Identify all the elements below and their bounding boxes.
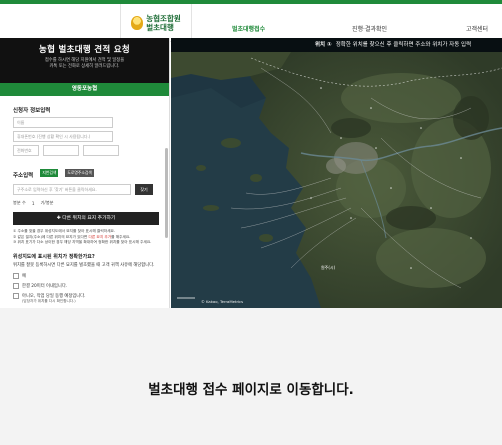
address-section-title: 주소입력 — [13, 173, 34, 179]
option-yes[interactable]: 예 — [13, 272, 159, 279]
add-location-button[interactable]: ✚ 다른 위치의 묘지 추가하기 — [13, 212, 159, 225]
option-note: (담당자가 위치를 다시 확인합니다.) — [22, 298, 76, 303]
nav-item-progress[interactable]: 진행·결과확인 — [352, 24, 387, 33]
grave-count-value[interactable]: 1 — [32, 201, 35, 206]
tel-input-2[interactable] — [43, 145, 79, 156]
panel-description-2: 카톡 또는 전화로 상세히 알려드립니다. — [49, 64, 120, 69]
checkbox-yes[interactable] — [13, 272, 19, 279]
map-attribution: © Kakao, TerraMetrics — [201, 299, 244, 304]
address-section-header: 주소입력 지번검색 도로명주소검색 — [13, 162, 159, 181]
jibun-search-tag[interactable]: 지번검색 — [40, 168, 59, 177]
logo-line-2: 벌초대행 — [146, 22, 174, 32]
panel-header: 농협 벌초대행 견적 요청 접수를 하시면 해당 지원에서 견적 및 일정을 카… — [0, 38, 169, 83]
option-yes-label: 예 — [22, 273, 26, 279]
instruction-prefix: 위치 ① — [315, 42, 332, 48]
logo-line-1: 농협조합원 — [146, 13, 181, 23]
top-navigation: 농협조합원 벌초대행 벌초대행접수 진행·결과확인 고객센터 — [0, 4, 502, 42]
option-no-label: 아니오, 작업 당일 동행 예정입니다. — [22, 293, 86, 299]
request-panel: 농협 벌초대행 견적 요청 접수를 하시면 해당 지원에서 견적 및 일정을 카… — [0, 38, 170, 308]
grave-count-label: 봉분 수 — [13, 200, 26, 205]
option-near-label: 한결 20미터 이내입니다. — [22, 283, 68, 289]
redirect-message: 벌초대행 접수 페이지로 이동합니다. — [148, 382, 354, 398]
alert-overlay — [0, 308, 502, 445]
checkbox-no[interactable] — [13, 292, 19, 299]
grave-unit-label: 기/봉분 — [40, 200, 54, 205]
notes: ① 주소를 찾을 경우 위성지도에서 묘지를 찾아 표시해 클릭하세요. ② 같… — [13, 229, 159, 246]
note-3: ③ 위치 표기가 다소 상이한 경우 해당 지역을 확대하여 정확한 위치를 찾… — [13, 240, 152, 244]
accuracy-question-desc: 위치를 잘못 등록하시면 다른 묘지를 벌초했을 때 고객 귀책 사유에 해당합… — [13, 262, 155, 268]
logo-emblem-icon — [131, 15, 144, 30]
map-label-wonju: 원주(시) — [321, 265, 336, 270]
nav-item-apply[interactable]: 벌초대행접수 — [232, 24, 265, 33]
nav-item-support[interactable]: 고객센터 — [466, 24, 488, 33]
satellite-imagery — [171, 38, 502, 308]
branch-name: 영동포농협 — [0, 83, 169, 96]
road-address-tag[interactable]: 도로명주소검색 — [65, 168, 94, 177]
address-search-button[interactable]: 찾기 — [135, 184, 153, 195]
panel-title: 농협 벌초대행 견적 요청 — [39, 45, 130, 55]
checkbox-near[interactable] — [13, 282, 19, 289]
logo-text: 농협조합원 벌초대행 — [146, 14, 181, 32]
tel-input-1[interactable]: 전화번호 — [13, 145, 39, 156]
logo[interactable]: 농협조합원 벌초대행 — [120, 4, 192, 42]
phone-input[interactable]: 휴대폰번호 (진행 상황 확인 시 사용됩니다.) — [13, 131, 113, 142]
satellite-map[interactable]: 위치 ① 정확한 위치를 찾으신 후 클릭하면 주소와 위치가 자동 입력 원주(… — [171, 38, 502, 308]
applicant-section-title: 신청자 정보입력 — [13, 108, 51, 114]
map-instruction-bar: 위치 ① 정확한 위치를 찾으신 후 클릭하면 주소와 위치가 자동 입력 — [171, 38, 502, 52]
map-instruction: 정확한 위치를 찾으신 후 클릭하면 주소와 위치가 자동 입력 — [335, 42, 472, 48]
option-near[interactable]: 한결 20미터 이내입니다. — [13, 282, 159, 289]
name-input[interactable]: 이름 — [13, 117, 113, 128]
address-input[interactable]: 구주소로 입력하신 후 '찾기' 버튼을 클릭하세요. — [13, 184, 131, 195]
panel-scrollbar[interactable] — [165, 148, 168, 238]
tel-input-3[interactable] — [83, 145, 119, 156]
accuracy-question-title: 위성지도에 표시된 위치가 정확한가요? — [13, 253, 95, 260]
